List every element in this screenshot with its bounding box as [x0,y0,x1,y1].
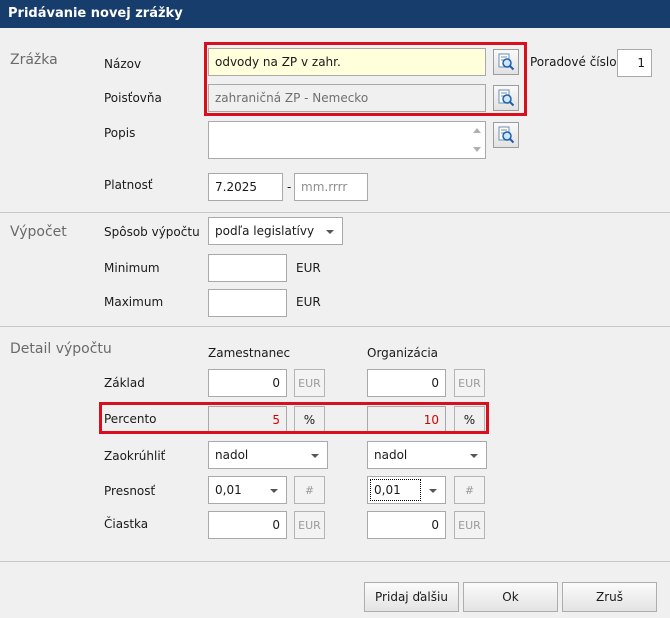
add-another-button[interactable]: Pridaj ďalšiu [364,582,459,612]
section-zrazka: Zrážka [10,52,58,68]
zaokruhlit-label: Zaokrúhliť [104,449,166,463]
scroll-up-icon[interactable] [473,128,481,133]
search-icon [498,126,515,144]
presnost-employee-select[interactable]: 0,01 [208,476,287,504]
minimum-label: Minimum [104,261,160,275]
zaklad-employee-input[interactable]: 0 [208,369,287,397]
zaklad-org-input[interactable]: 0 [367,369,446,397]
maximum-input[interactable] [208,289,287,317]
zaklad-employee-unit[interactable]: EUR [294,369,325,397]
ciastka-label: Čiastka [104,517,149,531]
sposob-select[interactable]: podľa legislatívy [208,217,343,245]
sposob-label: Spôsob výpočtu [104,225,200,239]
poradove-cislo-input[interactable]: 1 [617,49,652,77]
nazov-label: Názov [104,57,142,71]
section-vypocet: Výpočet [10,224,67,240]
section-detail: Detail výpočtu [10,341,112,357]
ciastka-org-input[interactable]: 0 [367,511,446,539]
presnost-org-unit[interactable]: # [454,476,485,504]
presnost-employee-unit[interactable]: # [294,476,325,504]
chevron-down-icon [326,230,334,234]
platnost-label: Platnosť [104,178,153,192]
col-org-header: Organizácia [367,346,439,360]
ciastka-org-unit[interactable]: EUR [454,511,485,539]
popis-lookup-button[interactable] [493,122,519,148]
divider [0,561,670,562]
chevron-down-icon [470,454,478,458]
platnost-separator: - [287,180,292,194]
highlight-percento [99,402,489,434]
ciastka-employee-input[interactable]: 0 [208,511,287,539]
platnost-to-input[interactable]: mm.rrrr [294,173,368,201]
ok-button[interactable]: Ok [463,582,558,612]
poistovna-label: Poisťovňa [104,91,162,105]
minimum-currency: EUR [296,261,321,275]
ciastka-employee-unit[interactable]: EUR [294,511,325,539]
popis-textarea[interactable] [208,121,486,159]
minimum-input[interactable] [208,254,287,282]
zaklad-label: Základ [104,376,145,390]
popis-scrollbar[interactable] [470,123,484,157]
chevron-down-icon [429,489,437,493]
maximum-label: Maximum [104,295,164,309]
maximum-currency: EUR [296,295,321,309]
popis-label: Popis [104,126,136,140]
presnost-label: Presnosť [104,484,156,498]
chevron-down-icon [311,454,319,458]
col-employee-header: Zamestnanec [208,346,291,360]
highlight-name-insurer [204,42,527,116]
zaokruhlit-employee-select[interactable]: nadol [208,441,328,469]
dialog-title: Pridávanie novej zrážky [0,0,670,28]
scroll-down-icon[interactable] [473,147,481,152]
cancel-button[interactable]: Zruš [562,582,657,612]
divider [0,212,670,213]
focus-indicator [370,479,421,501]
poradove-cislo-label: Poradové číslo [530,55,617,69]
presnost-org-select[interactable]: 0,01 [367,476,446,504]
zaokruhlit-org-select[interactable]: nadol [367,441,487,469]
zaklad-org-unit[interactable]: EUR [454,369,485,397]
chevron-down-icon [270,489,278,493]
platnost-from-input[interactable]: 7.2025 [208,173,283,201]
divider [0,326,670,327]
